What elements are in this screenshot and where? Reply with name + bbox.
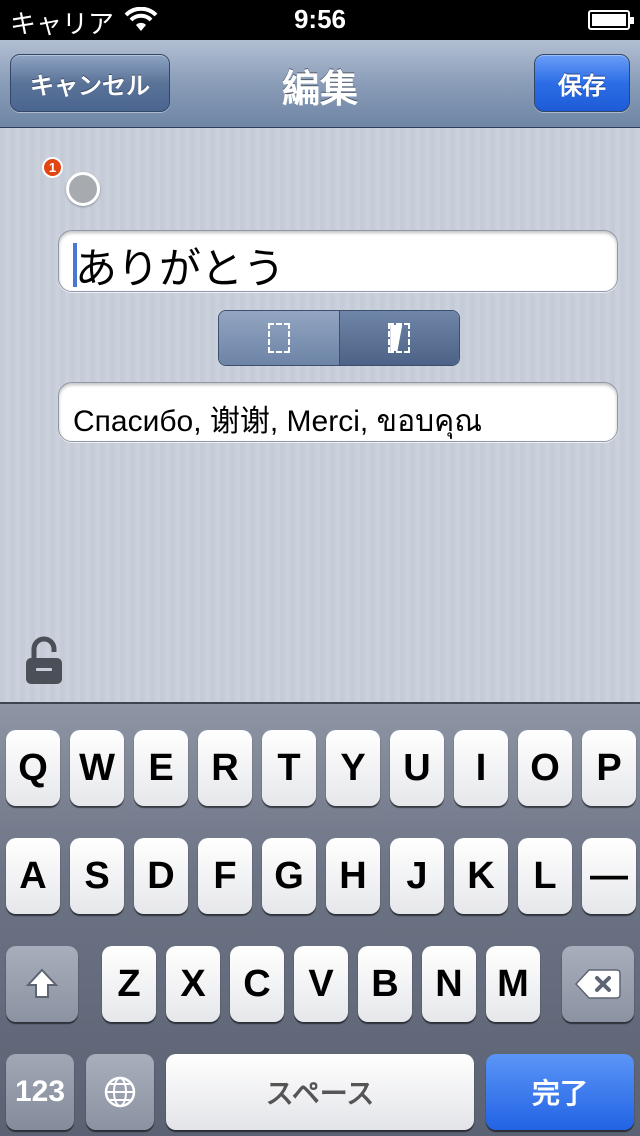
save-button[interactable]: 保存: [534, 54, 630, 112]
navigation-bar: キャンセル 編集 保存: [0, 40, 640, 128]
edit-content: 1 ありがとう Спасибо, 谢谢, Merci, ขอบคุณ: [0, 128, 640, 702]
key-r[interactable]: R: [198, 730, 252, 806]
key-g[interactable]: G: [262, 838, 316, 914]
translation-text-value: Спасибо, 谢谢, Merci, ขอบคุณ: [73, 405, 483, 438]
main-text-field[interactable]: ありがとう: [58, 230, 618, 293]
main-text-value: ありがとう: [75, 244, 286, 293]
shift-icon: [25, 968, 59, 998]
globe-icon: [104, 1076, 136, 1108]
key-y[interactable]: Y: [326, 730, 380, 806]
key-i[interactable]: I: [454, 730, 508, 806]
clock: 9:56: [293, 4, 347, 34]
key-w[interactable]: W: [70, 730, 124, 806]
status-radio[interactable]: [66, 172, 100, 206]
key-j[interactable]: J: [390, 838, 444, 914]
key-f[interactable]: F: [198, 838, 252, 914]
key-b[interactable]: B: [358, 946, 412, 1022]
key-k[interactable]: K: [454, 838, 508, 914]
key-d[interactable]: D: [134, 838, 188, 914]
key-z[interactable]: Z: [102, 946, 156, 1022]
key-p[interactable]: P: [582, 730, 636, 806]
half-filled-card-icon: [388, 323, 411, 353]
segment-partial-card[interactable]: [339, 311, 459, 365]
delete-key[interactable]: [562, 946, 634, 1022]
key-m[interactable]: M: [486, 946, 540, 1022]
key-n[interactable]: N: [422, 946, 476, 1022]
key-c[interactable]: C: [230, 946, 284, 1022]
key-q[interactable]: Q: [6, 730, 60, 806]
key-h[interactable]: H: [326, 838, 380, 914]
key-o[interactable]: O: [518, 730, 572, 806]
key-e[interactable]: E: [134, 730, 188, 806]
battery-icon: [588, 10, 634, 30]
globe-key[interactable]: [86, 1054, 154, 1130]
key-dash[interactable]: —: [582, 838, 636, 914]
key-l[interactable]: L: [518, 838, 572, 914]
key-u[interactable]: U: [390, 730, 444, 806]
status-bar: キャリア 9:56: [0, 0, 640, 40]
dashed-card-icon: [267, 323, 290, 353]
key-v[interactable]: V: [294, 946, 348, 1022]
keyboard: Q W E R T Y U I O P A S D F G H J K L — …: [0, 702, 640, 1136]
key-s[interactable]: S: [70, 838, 124, 914]
segmented-control: [218, 310, 460, 366]
lock-icon[interactable]: [24, 636, 64, 684]
key-t[interactable]: T: [262, 730, 316, 806]
done-key[interactable]: 完了: [486, 1054, 634, 1130]
count-badge: 1: [42, 157, 63, 178]
key-a[interactable]: A: [6, 838, 60, 914]
segment-empty-card[interactable]: [219, 311, 340, 365]
key-x[interactable]: X: [166, 946, 220, 1022]
shift-key[interactable]: [6, 946, 78, 1022]
numbers-key[interactable]: 123: [6, 1054, 74, 1130]
space-key[interactable]: スペース: [166, 1054, 474, 1130]
delete-icon: [575, 969, 621, 999]
translation-text-field[interactable]: Спасибо, 谢谢, Merci, ขอบคุณ: [58, 382, 618, 442]
